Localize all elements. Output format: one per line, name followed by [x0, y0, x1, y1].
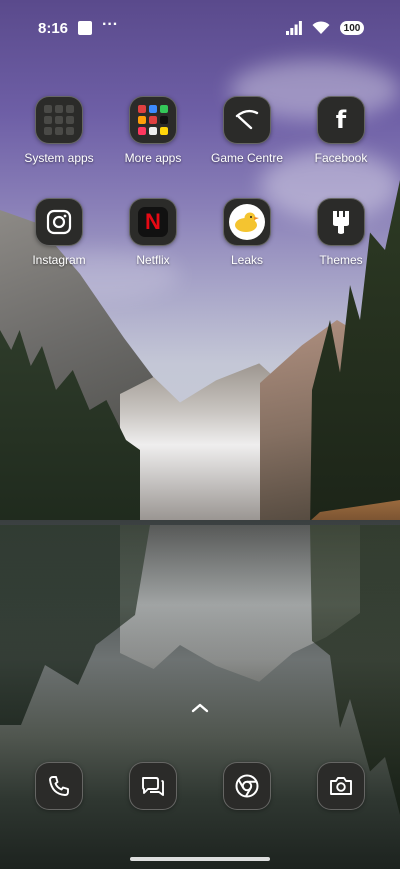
battery-indicator: 100	[340, 21, 364, 35]
app-label: Leaks	[230, 253, 264, 267]
camera-icon	[317, 762, 365, 810]
camera-glyph	[330, 777, 352, 795]
instagram-icon	[35, 198, 83, 246]
app-label: Themes	[319, 253, 363, 267]
facebook-icon: f	[317, 96, 365, 144]
mini-app-icon	[55, 127, 63, 135]
mini-app-icon	[55, 105, 63, 113]
mini-app-icon	[138, 105, 146, 113]
app-more-apps-folder[interactable]: More apps	[105, 96, 201, 165]
mini-app-icon	[149, 127, 157, 135]
brush-glyph	[333, 211, 349, 234]
duck-icon	[235, 212, 259, 232]
mini-app-icon	[44, 105, 52, 113]
app-label: More apps	[124, 151, 182, 165]
themes-brush-icon	[317, 198, 365, 246]
dock-camera[interactable]	[293, 762, 389, 810]
folder-icon	[129, 96, 177, 144]
game-centre-glyph	[235, 109, 259, 130]
phone-glyph	[49, 776, 69, 796]
folder-preview	[138, 105, 168, 135]
gesture-navigation-handle[interactable]	[130, 857, 270, 861]
status-left: 8:16 ···	[38, 16, 119, 37]
mini-app-icon	[55, 116, 63, 124]
leaks-icon	[223, 198, 271, 246]
mini-app-icon	[138, 127, 146, 135]
mini-app-icon	[160, 105, 168, 113]
wifi-icon	[312, 21, 330, 34]
app-facebook[interactable]: f Facebook	[293, 96, 389, 165]
folder-preview	[44, 105, 74, 135]
netflix-icon: N	[129, 198, 177, 246]
mini-app-icon	[149, 105, 157, 113]
messages-glyph	[142, 777, 164, 796]
mini-app-icon	[66, 127, 74, 135]
dock-messages[interactable]	[105, 762, 201, 810]
mini-app-icon	[66, 105, 74, 113]
signal-icon	[286, 21, 302, 35]
app-netflix[interactable]: N Netflix	[105, 198, 201, 267]
mini-app-icon	[44, 116, 52, 124]
folder-icon	[35, 96, 83, 144]
mini-app-icon	[160, 127, 168, 135]
app-themes[interactable]: Themes	[293, 198, 389, 267]
instagram-glyph	[46, 209, 72, 235]
app-system-apps-folder[interactable]: System apps	[11, 96, 107, 165]
app-label: Facebook	[314, 151, 368, 165]
app-label: Instagram	[32, 253, 86, 267]
netflix-glyph: N	[145, 209, 161, 234]
phone-icon	[35, 762, 83, 810]
app-label: Netflix	[136, 253, 170, 267]
app-label: System apps	[24, 151, 94, 165]
netflix-tile: N	[138, 207, 168, 237]
dock-chrome[interactable]	[199, 762, 295, 810]
app-instagram[interactable]: Instagram	[11, 198, 107, 267]
notification-square-icon	[78, 21, 93, 35]
mini-app-icon	[66, 116, 74, 124]
mini-app-icon	[160, 116, 168, 124]
dock-phone[interactable]	[11, 762, 107, 810]
game-centre-icon	[223, 96, 271, 144]
leaks-tile	[229, 204, 265, 240]
facebook-glyph: f	[335, 106, 347, 134]
app-label: Game Centre	[210, 151, 284, 165]
app-game-centre[interactable]: Game Centre	[199, 96, 295, 165]
chrome-icon	[223, 762, 271, 810]
more-notifications-icon: ···	[102, 16, 119, 33]
mini-app-icon	[44, 127, 52, 135]
status-bar: 8:16 ··· 100	[0, 0, 400, 56]
mini-app-icon	[149, 116, 157, 124]
clock: 8:16	[38, 19, 69, 37]
app-drawer-chevron-up-icon[interactable]	[189, 700, 211, 716]
app-leaks[interactable]: Leaks	[199, 198, 295, 267]
chrome-glyph	[235, 774, 259, 798]
mini-app-icon	[138, 116, 146, 124]
status-right: 100	[286, 21, 364, 35]
messages-icon	[129, 762, 177, 810]
